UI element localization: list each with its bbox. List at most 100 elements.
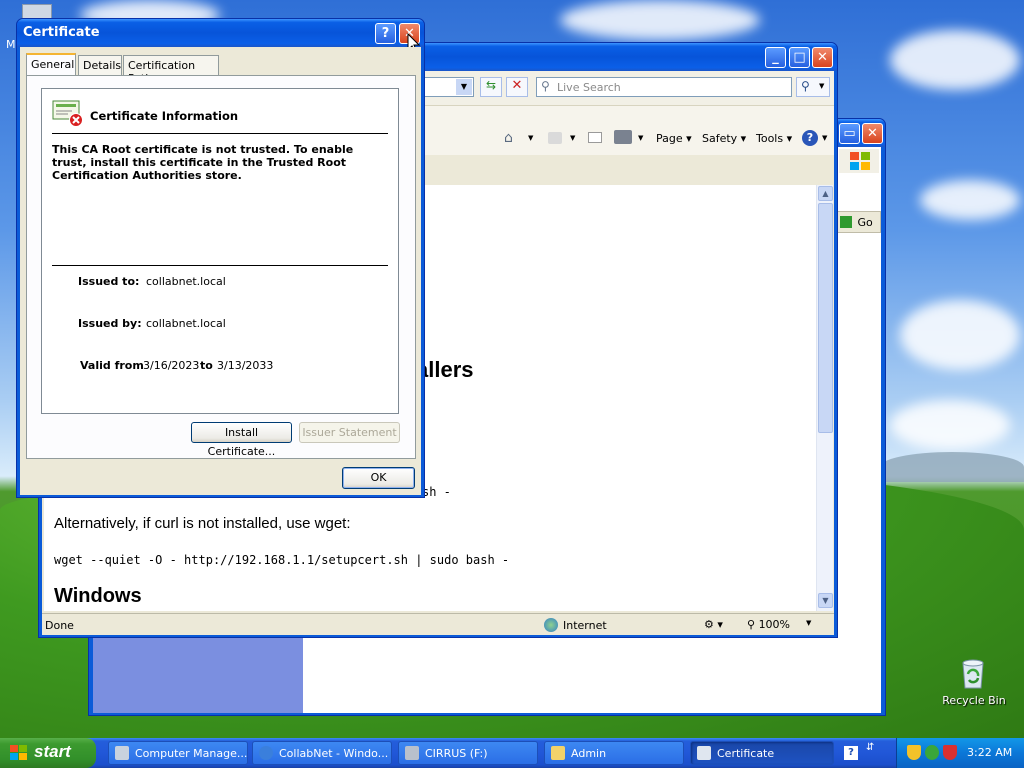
page-menu[interactable]: Page ▾ (656, 132, 692, 145)
cloud (890, 30, 1020, 90)
divider (52, 133, 388, 134)
certificate-icon (697, 746, 711, 760)
side-panel (93, 635, 303, 713)
search-icon: ⚲ (541, 79, 550, 93)
home-icon[interactable]: ⌂ (504, 130, 513, 146)
close-button[interactable]: ✕ (812, 47, 833, 68)
search-input[interactable]: ⚲ Live Search (536, 77, 792, 97)
scroll-thumb[interactable] (818, 203, 833, 433)
issuer-statement-button[interactable]: Issuer Statement (299, 422, 400, 443)
chevron-down-icon[interactable]: ▼ (570, 134, 575, 142)
start-button[interactable]: start (0, 738, 96, 768)
tab-details[interactable]: Details (78, 55, 122, 75)
issued-by-value: collabnet.local (146, 317, 226, 330)
protected-mode-icon[interactable]: ⚙ ▾ (704, 618, 723, 631)
task-cirrus-drive[interactable]: CIRRUS (F:) (398, 741, 538, 765)
folder-icon (551, 746, 565, 760)
task-label: Computer Manage... (135, 747, 248, 760)
chevron-down-icon[interactable]: ▼ (528, 134, 533, 142)
chevron-down-icon[interactable]: ▼ (806, 619, 811, 627)
ok-button[interactable]: OK (342, 467, 415, 489)
zoom-level: 100% (758, 618, 791, 631)
system-tray: 3:22 AM (896, 738, 1024, 768)
maximize-button[interactable]: □ (789, 47, 810, 68)
windows-logo-icon (10, 745, 28, 761)
task-computer-management[interactable]: Computer Manage... (108, 741, 248, 765)
restore-button[interactable]: ▭ (839, 123, 860, 144)
page-menu-label: Page (656, 132, 683, 145)
distant-mountain (880, 452, 1024, 482)
dialog-title: Certificate (23, 25, 100, 40)
go-button[interactable]: Go (835, 211, 881, 233)
certificate-info-box: Certificate Information This CA Root cer… (41, 88, 399, 414)
feeds-icon[interactable] (548, 132, 562, 144)
install-certificate-button[interactable]: Install Certificate... (191, 422, 292, 458)
address-dropdown[interactable]: ▼ (422, 77, 474, 97)
security-shield-icon[interactable] (907, 745, 921, 760)
help-icon[interactable]: ? (802, 130, 818, 146)
safety-menu[interactable]: Safety ▾ (702, 132, 746, 145)
help-button[interactable]: ? (375, 23, 396, 44)
valid-from-value: 3/16/2023 (143, 359, 200, 372)
wget-command[interactable]: wget --quiet -O - http://192.168.1.1/set… (54, 553, 509, 567)
tab-certification-path[interactable]: Certification Path (123, 55, 219, 85)
search-placeholder: Live Search (557, 81, 621, 94)
task-collabnet-ie[interactable]: CollabNet - Windo... (252, 741, 392, 765)
valid-from-label: Valid from (80, 359, 144, 372)
security-zone-label: Internet (563, 619, 607, 632)
status-text: Done (45, 619, 74, 632)
task-label: CollabNet - Windo... (279, 747, 389, 760)
network-icon[interactable] (925, 745, 939, 760)
computer-management-icon (115, 746, 129, 760)
vertical-scrollbar[interactable]: ▲ ▼ (816, 185, 833, 611)
task-admin-folder[interactable]: Admin (544, 741, 684, 765)
certificate-dialog[interactable]: Certificate ? ✕ General Details Certific… (16, 18, 425, 498)
certificate-error-icon (52, 99, 84, 127)
wget-instruction: Alternatively, if curl is not installed,… (54, 515, 351, 532)
internet-zone-icon (544, 618, 558, 632)
section-heading-windows: Windows (54, 585, 142, 607)
refresh-icon[interactable]: ⇆ (480, 77, 502, 97)
issued-to-value: collabnet.local (146, 275, 226, 288)
print-icon[interactable] (614, 130, 632, 144)
chevron-down-icon[interactable]: ▼ (822, 134, 827, 142)
desktop-icon-label: M (6, 38, 16, 51)
task-label: Certificate (717, 747, 775, 760)
safety-menu-label: Safety (702, 132, 738, 145)
recycle-bin-label: Recycle Bin (942, 694, 1006, 707)
search-button[interactable]: ⚲ ▼ (796, 77, 830, 97)
windows-flag-icon (839, 149, 879, 173)
task-label: Admin (571, 747, 607, 760)
mail-icon[interactable] (588, 132, 602, 143)
cloud (920, 180, 1020, 220)
scroll-up-button[interactable]: ▲ (818, 186, 833, 201)
magnifier-icon: ⚲ (801, 79, 810, 93)
task-certificate[interactable]: Certificate (690, 741, 834, 765)
dialog-client-area: General Details Certification Path Certi… (20, 47, 421, 495)
issued-by-label: Issued by: (78, 317, 142, 330)
go-arrow-icon (840, 216, 852, 228)
minimize-button[interactable]: _ (765, 47, 786, 68)
zoom-control[interactable]: ⚲ 100% (747, 618, 790, 631)
divider (52, 265, 388, 266)
recycle-bin-icon[interactable] (958, 658, 988, 690)
language-bar-icon[interactable]: ⇵ (866, 742, 874, 753)
valid-to-label: to (200, 359, 213, 372)
stop-icon[interactable]: ✕ (506, 77, 528, 97)
trust-warning-text: This CA Root certificate is not trusted.… (52, 143, 354, 182)
tab-general[interactable]: General (26, 53, 76, 76)
go-label: Go (857, 216, 873, 229)
info-title: Certificate Information (90, 109, 239, 123)
chevron-down-icon: ▼ (456, 79, 472, 95)
clock[interactable]: 3:22 AM (967, 746, 1012, 759)
status-bar: Done Internet ⚙ ▾ ⚲ 100% ▼ (42, 613, 834, 635)
certificate-titlebar[interactable]: Certificate (17, 19, 424, 47)
cloud (890, 400, 1010, 450)
chevron-down-icon[interactable]: ▼ (638, 134, 643, 142)
tools-menu[interactable]: Tools ▾ (756, 132, 792, 145)
ie-icon (259, 746, 273, 760)
alert-shield-icon[interactable] (943, 745, 957, 760)
close-button[interactable]: ✕ (862, 123, 883, 144)
scroll-down-button[interactable]: ▼ (818, 593, 833, 608)
help-icon[interactable]: ? (844, 746, 858, 760)
